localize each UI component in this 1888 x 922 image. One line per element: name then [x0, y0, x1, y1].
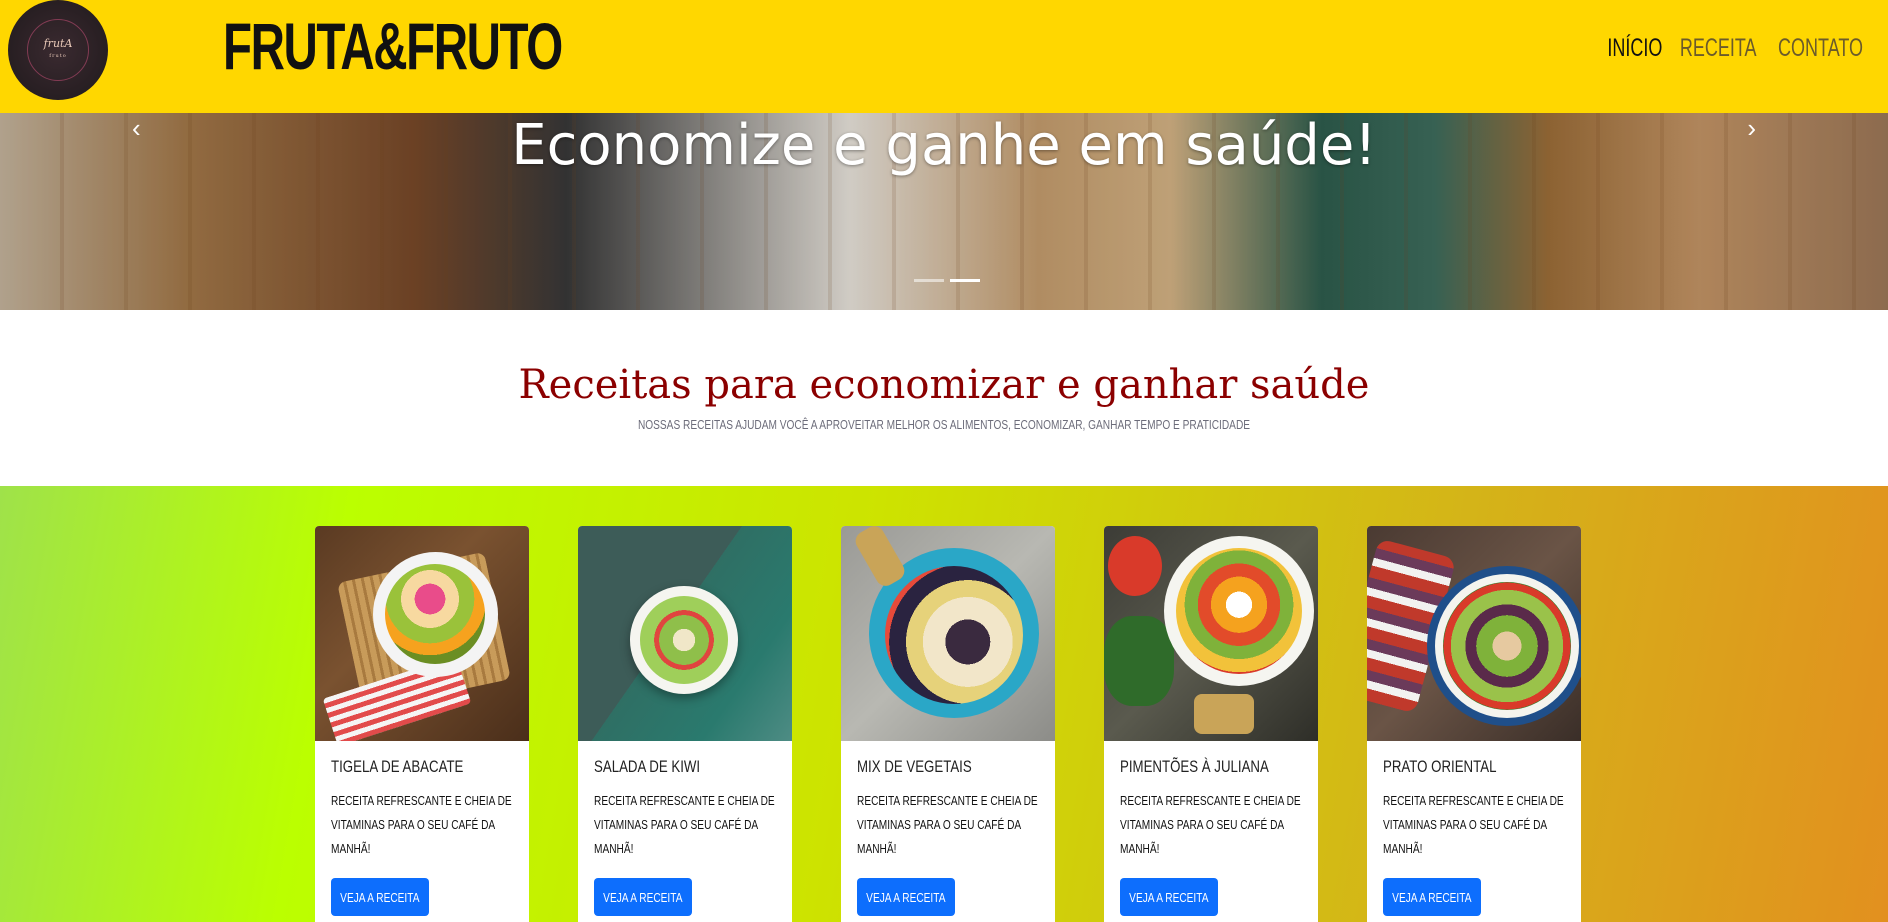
view-recipe-button[interactable]: VEJA A RECEITA	[1120, 878, 1218, 916]
nav-links: INÍCIO RECEITA CONTATO	[1598, 33, 1863, 63]
recipe-title: SALADA DE KIWI	[594, 757, 701, 776]
view-recipe-button[interactable]: VEJA A RECEITA	[594, 878, 692, 916]
recipe-description: Receita refrescante e cheia de vitaminas…	[594, 793, 775, 856]
recipe-description: Receita refrescante e cheia de vitaminas…	[331, 793, 512, 856]
recipe-title: MIX DE VEGETAIS	[857, 757, 972, 776]
chevron-left-icon[interactable]: ‹	[132, 113, 141, 144]
recipe-image	[1104, 526, 1318, 741]
view-recipe-button[interactable]: VEJA A RECEITA	[857, 878, 955, 916]
button-label: VEJA A RECEITA	[340, 889, 420, 905]
recipe-description: Receita refrescante e cheia de vitaminas…	[1383, 793, 1564, 856]
brand-name[interactable]: FRUTA&FRUTO	[223, 6, 563, 86]
intro-section: Receitas para economizar e ganhar saúde …	[0, 310, 1888, 486]
chevron-right-icon[interactable]: ›	[1747, 113, 1756, 144]
button-label: VEJA A RECEITA	[1392, 889, 1472, 905]
recipe-card: PRATO ORIENTAL Receita refrescante e che…	[1367, 526, 1581, 922]
hero-title: Economize e ganhe em saúde!	[511, 113, 1377, 178]
recipe-image	[1367, 526, 1581, 741]
recipe-title: PIMENTÕES À JULIANA	[1120, 757, 1269, 776]
recipe-card: SALADA DE KIWI Receita refrescante e che…	[578, 526, 792, 922]
recipe-title: PRATO ORIENTAL	[1383, 757, 1497, 776]
logo-wordmark: frutA	[43, 37, 73, 50]
logo-text: frutA fruto	[44, 38, 73, 62]
carousel-indicators	[914, 279, 980, 282]
brand-logo[interactable]: frutA fruto	[8, 0, 108, 100]
recipe-description: Receita refrescante e cheia de vitaminas…	[1120, 793, 1301, 856]
view-recipe-button[interactable]: VEJA A RECEITA	[1383, 878, 1481, 916]
view-recipe-button[interactable]: VEJA A RECEITA	[331, 878, 429, 916]
carousel-indicator-2[interactable]	[950, 279, 980, 282]
recipe-title: TIGELA DE ABACATE	[331, 757, 464, 776]
nav-link-receita[interactable]: RECEITA	[1680, 33, 1757, 63]
button-label: VEJA A RECEITA	[1129, 889, 1209, 905]
nav-link-contato[interactable]: CONTATO	[1778, 33, 1863, 63]
hero-carousel: Economize e ganhe em saúde! ‹ ›	[0, 113, 1888, 310]
carousel-indicator-1[interactable]	[914, 279, 944, 282]
recipe-image	[578, 526, 792, 741]
recipe-card: MIX DE VEGETAIS Receita refrescante e ch…	[841, 526, 1055, 922]
recipe-card: TIGELA DE ABACATE Receita refrescante e …	[315, 526, 529, 922]
button-label: VEJA A RECEITA	[603, 889, 683, 905]
recipes-section: TIGELA DE ABACATE Receita refrescante e …	[0, 486, 1888, 922]
recipe-card: PIMENTÕES À JULIANA Receita refrescante …	[1104, 526, 1318, 922]
section-subheading: Nossas receitas ajudam você a aproveitar…	[637, 417, 1251, 432]
recipe-image	[841, 526, 1055, 741]
button-label: VEJA A RECEITA	[866, 889, 946, 905]
nav-link-inicio[interactable]: INÍCIO	[1607, 33, 1662, 63]
section-heading: Receitas para economizar e ganhar saúde	[518, 362, 1370, 408]
navbar: frutA fruto FRUTA&FRUTO INÍCIO RECEITA C…	[0, 0, 1888, 113]
recipe-image	[315, 526, 529, 741]
recipe-description: Receita refrescante e cheia de vitaminas…	[857, 793, 1038, 856]
logo-subtext: fruto	[49, 53, 67, 59]
